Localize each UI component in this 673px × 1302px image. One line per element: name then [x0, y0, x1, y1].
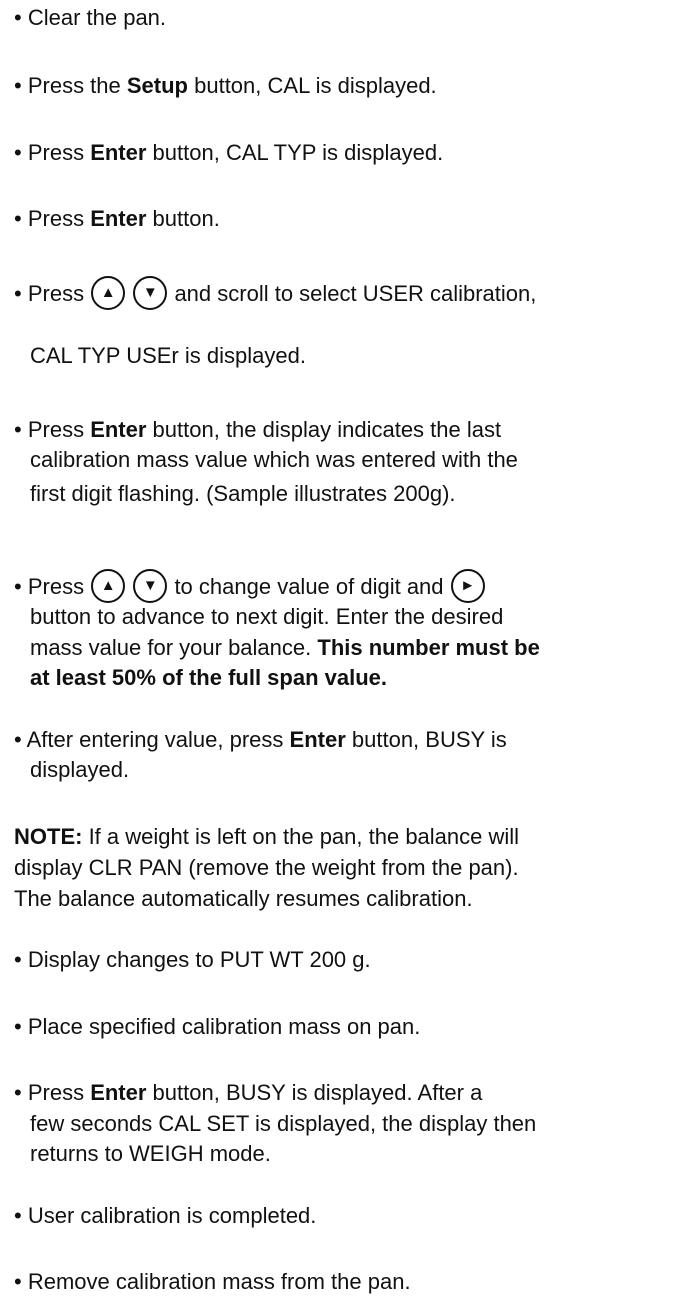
up-arrow-icon: ▲ — [91, 275, 126, 310]
step-text: Press — [27, 206, 91, 232]
step-press-enter-busy-line2: few seconds CAL SET is displayed, the di… — [30, 1110, 537, 1136]
step-text: Place specified calibration mass on pan. — [27, 1013, 421, 1039]
enter-button-label: Enter — [90, 139, 147, 165]
bullet: • — [14, 139, 22, 165]
up-arrow-icon: ▲ — [91, 569, 126, 604]
bullet: • — [14, 574, 22, 600]
bullet: • — [14, 206, 22, 232]
step-press-enter-busy: • Press Enter button, BUSY is displayed.… — [14, 1079, 482, 1107]
step-text: button, BUSY is — [345, 726, 507, 752]
enter-button-label: Enter — [90, 416, 147, 442]
step-text: After entering value, press — [26, 726, 290, 752]
step-text: mass value for your balance. — [30, 634, 318, 660]
down-arrow-icon: ▼ — [133, 569, 168, 604]
step-text: button. — [146, 206, 220, 232]
step-after-entering-line2: displayed. — [30, 757, 130, 783]
bullet: • — [14, 947, 22, 973]
down-arrow-icon: ▼ — [133, 275, 168, 310]
bullet: • — [14, 73, 22, 99]
step-user-calibration-completed: • User calibration is completed. — [14, 1202, 316, 1230]
step-remove-mass: • Remove calibration mass from the pan. — [14, 1268, 411, 1296]
step-text: Display changes to PUT WT 200 g. — [27, 947, 371, 973]
step-place-mass: • Place specified calibration mass on pa… — [14, 1013, 420, 1041]
note-label: NOTE: — [14, 824, 83, 850]
step-display-changes: • Display changes to PUT WT 200 g. — [14, 946, 371, 974]
bullet: • — [14, 5, 22, 31]
step-text: Press — [27, 139, 91, 165]
bullet: • — [14, 1013, 22, 1039]
step-text: button, BUSY is displayed. After a — [146, 1079, 483, 1105]
step-after-entering: • After entering value, press Enter butt… — [14, 726, 507, 754]
step-press-setup: • Press the Setup button, CAL is display… — [14, 72, 437, 100]
step-press-enter-busy-line3: returns to WEIGH mode. — [30, 1141, 271, 1167]
step-change-digit-line2: button to advance to next digit. Enter t… — [30, 603, 504, 629]
step-change-digit-line3: mass value for your balance. This number… — [30, 634, 540, 662]
step-text: Press — [27, 574, 85, 600]
bullet: • — [14, 1269, 22, 1294]
note-line1: NOTE: If a weight is left on the pan, th… — [14, 823, 519, 851]
note-line2: display CLR PAN (remove the weight from … — [14, 855, 519, 881]
step-text: Remove calibration mass from the pan. — [27, 1269, 411, 1294]
step-text: Press — [27, 416, 91, 442]
note-line3: The balance automatically resumes calibr… — [14, 885, 473, 911]
step-text: button, CAL is displayed. — [188, 73, 437, 99]
step-clear-pan: • Clear the pan. — [14, 4, 166, 32]
enter-button-label: Enter — [289, 726, 346, 752]
note-text: If a weight is left on the pan, the bala… — [82, 824, 520, 850]
enter-button-label: Enter — [90, 206, 147, 232]
step-text: button, the display indicates the last — [146, 416, 502, 442]
step-text: Clear the pan. — [27, 5, 167, 31]
step-change-digit: • Press ▲ ▼ to change value of digit and… — [14, 569, 486, 605]
step-press-enter-mass: • Press Enter button, the display indica… — [14, 416, 501, 444]
bullet: • — [14, 1079, 22, 1105]
step-press-enter-cal-typ: • Press Enter button, CAL TYP is display… — [14, 139, 443, 167]
bullet: • — [14, 1202, 22, 1228]
step-text: Press the — [27, 73, 127, 99]
bullet: • — [14, 726, 22, 752]
step-press-enter-mass-line3: first digit flashing. (Sample illustrate… — [30, 481, 456, 507]
setup-button-label: Setup — [126, 73, 188, 99]
step-text: and scroll to select USER calibration, — [168, 280, 537, 306]
bullet: • — [14, 416, 22, 442]
step-press-enter: • Press Enter button. — [14, 205, 220, 233]
warning-text: This number must be — [317, 634, 540, 660]
step-text: Press — [27, 1079, 91, 1105]
right-arrow-icon: ► — [450, 569, 485, 604]
step-text: Press — [27, 280, 85, 306]
step-change-digit-line4: at least 50% of the full span value. — [30, 664, 387, 692]
step-text: User calibration is completed. — [27, 1202, 317, 1228]
step-text: to change value of digit and — [168, 574, 444, 600]
warning-text: at least 50% of the full span value. — [30, 665, 387, 691]
step-scroll-user-line2: CAL TYP USEr is displayed. — [30, 343, 306, 369]
bullet: • — [14, 280, 22, 306]
step-scroll-user: • Press ▲ ▼ and scroll to select USER ca… — [14, 275, 537, 312]
step-text: button, CAL TYP is displayed. — [146, 139, 444, 165]
step-press-enter-mass-line2: calibration mass value which was entered… — [30, 447, 518, 473]
enter-button-label: Enter — [90, 1079, 147, 1105]
